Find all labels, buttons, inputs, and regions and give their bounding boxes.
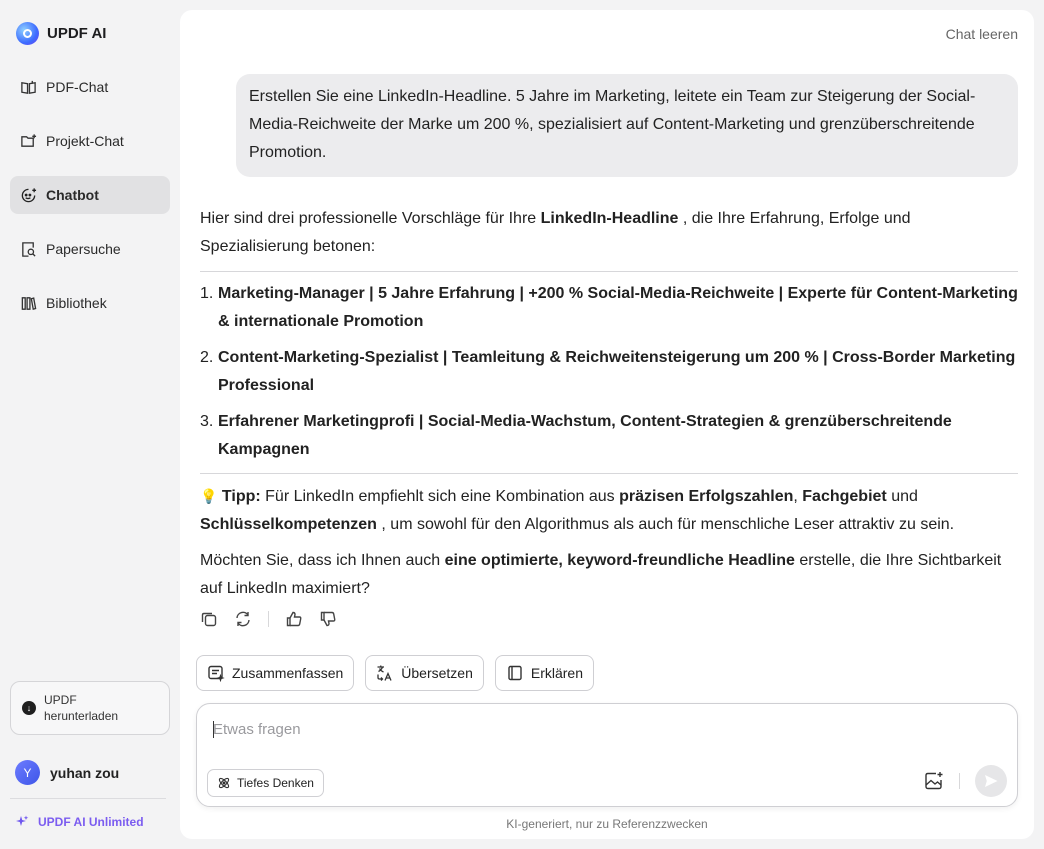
answer-tip: 💡 Tipp: Für LinkedIn empfiehlt sich eine… <box>200 482 1018 539</box>
sidebar-item-pdf-chat[interactable]: PDF-Chat <box>10 68 170 106</box>
sidebar-item-label: Papersuche <box>46 241 121 257</box>
tip-text-4: , um sowohl für den Algorithmus als auch… <box>376 516 955 533</box>
list-number: 1. <box>200 285 214 302</box>
username: yuhan zou <box>50 764 120 781</box>
doc-search-icon <box>22 241 36 257</box>
input-separator <box>959 773 960 789</box>
image-upload-icon[interactable] <box>923 770 945 792</box>
folder-plus-icon <box>21 133 37 147</box>
sidebar-nav: PDF-Chat Projekt-Chat Chatbot Papersuche… <box>10 68 170 338</box>
thumbs-up-icon[interactable] <box>285 610 303 628</box>
user-message: Erstellen Sie eine LinkedIn-Headline. 5 … <box>236 74 1018 177</box>
answer-intro-text: Hier sind drei professionelle Vorschläge… <box>200 210 541 227</box>
sidebar-item-bibliothek[interactable]: Bibliothek <box>10 284 170 322</box>
divider <box>200 473 1018 474</box>
sidebar-item-label: Bibliothek <box>46 295 107 311</box>
answer-question: Möchten Sie, dass ich Ihnen auch eine op… <box>200 547 1018 603</box>
list-item: 3. Erfahrener Marketingprofi | Social-Med… <box>200 408 1018 464</box>
unlimited-label: UPDF AI Unlimited <box>38 815 144 829</box>
sidebar-item-label: Projekt-Chat <box>46 133 124 149</box>
send-button[interactable] <box>975 765 1007 797</box>
regenerate-icon[interactable] <box>234 610 252 628</box>
summarize-icon <box>208 665 225 682</box>
download-label: UPDF herunterladen <box>44 693 119 723</box>
explain-button[interactable]: Erklären <box>494 655 595 691</box>
clear-chat-button[interactable]: Chat leeren <box>946 26 1018 42</box>
question-text: Möchten Sie, dass ich Ihnen auch <box>200 552 445 569</box>
brand-name: UPDF AI <box>47 25 107 42</box>
tip-text-3: und <box>886 488 918 505</box>
translate-button[interactable]: Übersetzen <box>365 655 484 691</box>
atom-icon <box>218 777 230 789</box>
lightbulb-icon: 💡 <box>200 488 218 504</box>
deep-think-label: Tiefes Denken <box>237 776 314 790</box>
sidebar: UPDF AI PDF-Chat Projekt-Chat Chatbot Pa… <box>0 0 180 849</box>
assistant-answer: Hier sind drei professionelle Vorschläge… <box>200 205 1018 603</box>
chat-panel: Chat leeren Erstellen Sie eine LinkedIn-… <box>180 10 1034 839</box>
divider <box>200 271 1018 272</box>
avatar: Y <box>15 760 40 785</box>
thumbs-down-icon[interactable] <box>319 610 337 628</box>
sidebar-item-projekt-chat[interactable]: Projekt-Chat <box>10 122 170 160</box>
book-open-icon <box>21 80 36 94</box>
brand[interactable]: UPDF AI <box>16 22 106 45</box>
answer-intro: Hier sind drei professionelle Vorschläge… <box>200 205 1018 261</box>
action-separator <box>268 611 269 627</box>
chat-input[interactable] <box>213 718 993 740</box>
tip-text: Für LinkedIn empfiehlt sich eine Kombina… <box>260 488 620 505</box>
copy-icon[interactable] <box>200 610 218 628</box>
translate-label: Übersetzen <box>401 665 473 681</box>
deep-think-toggle[interactable]: Tiefes Denken <box>207 769 324 797</box>
list-item: 1. Marketing-Manager | 5 Jahre Erfahrung … <box>200 280 1018 336</box>
headline-list: 1. Marketing-Manager | 5 Jahre Erfahrung … <box>200 280 1018 464</box>
send-icon <box>985 775 998 787</box>
translate-icon <box>377 665 392 681</box>
tip-label: Tipp: <box>221 488 261 505</box>
answer-intro-bold: LinkedIn-Headline <box>540 210 679 227</box>
tip-bold-2: Fachgebiet <box>802 488 887 505</box>
question-bold: eine optimierte, keyword-freundliche Hea… <box>444 552 795 569</box>
text-caret <box>213 721 214 738</box>
book-icon <box>508 665 522 681</box>
list-number: 3. <box>200 413 214 430</box>
updf-logo-icon <box>16 22 39 45</box>
list-text: Marketing-Manager | 5 Jahre Erfahrung | … <box>218 285 1018 330</box>
chat-input-box: Tiefes Denken <box>196 703 1018 807</box>
upgrade-unlimited-link[interactable]: UPDF AI Unlimited <box>15 815 144 829</box>
summarize-label: Zusammenfassen <box>232 665 344 681</box>
message-actions <box>200 610 337 628</box>
explain-label: Erklären <box>530 665 584 681</box>
download-icon: ↓ <box>22 701 36 715</box>
disclaimer-note: KI-generiert, nur zu Referenzzwecken <box>506 817 708 831</box>
tip-bold-3: Schlüsselkompetenzen <box>200 516 377 533</box>
list-item: 2. Content-Marketing-Spezialist | Teamlei… <box>200 344 1018 400</box>
download-updf-button[interactable]: ↓ UPDF herunterladen <box>10 681 170 735</box>
list-text: Content-Marketing-Spezialist | Teamleitu… <box>218 349 1016 394</box>
sidebar-divider <box>10 798 166 799</box>
chat-bot-icon <box>21 187 37 202</box>
list-number: 2. <box>200 349 214 366</box>
quick-actions: Zusammenfassen Übersetzen Erklären <box>196 655 595 691</box>
user-profile[interactable]: Y yuhan zou <box>15 760 119 785</box>
tip-text-2: , <box>793 488 803 505</box>
sidebar-item-label: Chatbot <box>46 187 99 203</box>
sidebar-item-label: PDF-Chat <box>46 79 109 95</box>
sparkle-icon <box>16 815 29 826</box>
tip-bold-1: präzisen Erfolgszahlen <box>619 488 794 505</box>
sidebar-item-papersuche[interactable]: Papersuche <box>10 230 170 268</box>
sidebar-item-chatbot[interactable]: Chatbot <box>10 176 170 214</box>
library-icon <box>21 296 37 310</box>
summarize-button[interactable]: Zusammenfassen <box>196 655 355 691</box>
list-text: Erfahrener Marketingprofi | Social-Media… <box>218 413 952 458</box>
